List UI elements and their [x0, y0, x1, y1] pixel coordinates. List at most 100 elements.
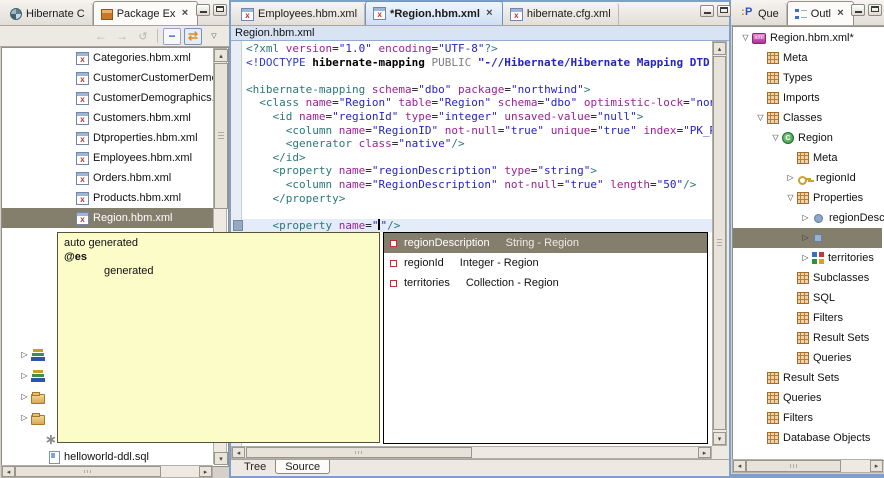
completion-item-regiondescription[interactable]: regionDescriptionString - Region: [384, 233, 707, 253]
scrollbar-up-button[interactable]: ▴: [214, 49, 228, 62]
tree-item[interactable]: [733, 228, 882, 248]
tree-item-meta[interactable]: Meta: [733, 48, 882, 68]
expander-icon[interactable]: [754, 108, 767, 128]
generic-node-icon: [44, 433, 57, 446]
tree-item-region[interactable]: Region: [733, 128, 882, 148]
outline-panel: QueOutl Region.hbm.xml*MetaTypesImportsC…: [731, 0, 884, 478]
tree-item-subclasses[interactable]: Subclasses: [733, 268, 882, 288]
scrollbar-thumb[interactable]: [15, 466, 161, 477]
expander-icon[interactable]: [739, 28, 752, 48]
tree-item-imports[interactable]: Imports: [733, 88, 882, 108]
scrollbar-thumb[interactable]: [214, 63, 228, 209]
close-icon[interactable]: [484, 8, 495, 19]
code-segment: "true": [564, 178, 604, 191]
minimize-icon[interactable]: [700, 5, 714, 17]
scrollbar-left-button[interactable]: ◂: [232, 447, 245, 458]
code-segment: <property: [246, 164, 339, 177]
minimize-icon[interactable]: [196, 4, 210, 16]
tree-item-label: Imports: [783, 92, 820, 104]
close-icon[interactable]: [179, 8, 190, 19]
grid-icon: [797, 292, 809, 304]
maximize-icon[interactable]: [213, 4, 227, 16]
tree-item-regionid[interactable]: regionId: [733, 168, 882, 188]
tree-item-queries[interactable]: Queries: [733, 388, 882, 408]
grid-icon: [767, 432, 779, 444]
completion-item-territories[interactable]: territoriesCollection - Region: [384, 273, 707, 293]
tree-item-regiondesc[interactable]: regionDesc: [733, 208, 882, 228]
tree-item-result-sets[interactable]: Result Sets: [733, 328, 882, 348]
expander-icon[interactable]: [784, 168, 797, 188]
tree-item-classes[interactable]: Classes: [733, 108, 882, 128]
tab-hibernate-c[interactable]: Hibernate C: [3, 3, 93, 25]
tree-item-territories[interactable]: territories: [733, 248, 882, 268]
scrollbar-thumb[interactable]: [746, 460, 841, 472]
editor-page-tab-source[interactable]: Source: [275, 460, 330, 474]
scrollbar-thumb[interactable]: [246, 447, 472, 458]
scrollbar-right-button[interactable]: ▸: [698, 447, 711, 458]
tab-outl[interactable]: Outl: [787, 1, 854, 25]
tab-hibernate-cfg-xml[interactable]: hibernate.cfg.xml: [503, 3, 619, 25]
collapse-all-icon[interactable]: [163, 28, 181, 45]
tree-item-filters[interactable]: Filters: [733, 408, 882, 428]
scrollbar-left-button[interactable]: ◂: [733, 460, 746, 472]
tree-item-label: territories: [828, 252, 874, 264]
expander-icon[interactable]: [799, 228, 812, 248]
tree-item-sql[interactable]: SQL: [733, 288, 882, 308]
expander-icon[interactable]: [18, 366, 31, 386]
code-segment: [544, 124, 551, 137]
tab-employees-hbm-xml[interactable]: Employees.hbm.xml: [234, 3, 365, 25]
folder-icon: [31, 394, 45, 404]
tab-region-hbm-xml[interactable]: *Region.hbm.xml: [365, 1, 503, 25]
scrollbar-thumb[interactable]: [713, 56, 726, 430]
completion-item-regionid[interactable]: regionIdInteger - Region: [384, 253, 707, 273]
tree-item-result-sets[interactable]: Result Sets: [733, 368, 882, 388]
code-segment: name: [339, 219, 366, 232]
tree-item-label: Classes: [783, 112, 822, 124]
tree-item-region-hbm-xml[interactable]: Region.hbm.xml*: [733, 28, 882, 48]
expander-icon[interactable]: [769, 128, 782, 148]
tree-item-label: regionDesc: [829, 212, 884, 224]
expander-icon[interactable]: [18, 408, 31, 428]
minimize-icon[interactable]: [851, 4, 865, 16]
code-segment: "true": [597, 124, 637, 137]
close-icon[interactable]: [835, 8, 846, 19]
tree-item-database-objects[interactable]: Database Objects: [733, 428, 882, 448]
maximize-icon[interactable]: [717, 5, 731, 17]
expander-icon[interactable]: [18, 387, 31, 407]
link-editor-icon[interactable]: [184, 28, 202, 45]
tree-item-filters[interactable]: Filters: [733, 308, 882, 328]
view-menu-icon[interactable]: [205, 28, 223, 45]
tree-item-queries[interactable]: Queries: [733, 348, 882, 368]
maximize-icon[interactable]: [868, 4, 882, 16]
scrollbar-up-button[interactable]: ▴: [713, 42, 726, 55]
outline-horizontal-scrollbar[interactable]: ◂ ▸: [732, 459, 883, 473]
expander-icon[interactable]: [18, 345, 31, 365]
tree-item-label: Types: [783, 72, 812, 84]
scrollbar-right-button[interactable]: ▸: [199, 466, 212, 477]
scrollbar-left-button[interactable]: ◂: [2, 466, 15, 477]
scrollbar-down-button[interactable]: ▾: [713, 432, 726, 445]
tree-item-properties[interactable]: Properties: [733, 188, 882, 208]
expander-icon[interactable]: [784, 188, 797, 208]
left-horizontal-scrollbar[interactable]: ◂ ▸: [1, 465, 213, 478]
tab-que[interactable]: Que: [734, 3, 787, 25]
expander-icon[interactable]: [799, 208, 812, 228]
editor-page-tab-tree[interactable]: Tree: [235, 460, 275, 474]
code-segment: package: [458, 83, 504, 96]
tab-package-ex[interactable]: Package Ex: [93, 1, 199, 25]
code-segment: <?xml: [246, 42, 286, 55]
tree-item-helloworld-ddl-sql[interactable]: helloworld-ddl.sql: [2, 447, 213, 467]
editor-tabbar: Employees.hbm.xml*Region.hbm.xmlhibernat…: [231, 2, 729, 26]
tree-item-meta[interactable]: Meta: [733, 148, 882, 168]
scrollbar-down-button[interactable]: ▾: [214, 452, 228, 465]
scrollbar-right-button[interactable]: ▸: [870, 460, 883, 472]
tree-item-types[interactable]: Types: [733, 68, 882, 88]
editor-vertical-scrollbar[interactable]: ▴ ▾: [712, 41, 727, 446]
code-line: </property>: [243, 192, 345, 206]
code-segment: "UTF-8": [438, 42, 484, 55]
code-segment: name: [339, 164, 366, 177]
code-line: <hibernate-mapping schema="dbo" package=…: [243, 83, 590, 97]
expander-icon[interactable]: [799, 248, 812, 268]
grid-icon: [767, 72, 779, 84]
editor-horizontal-scrollbar[interactable]: ◂ ▸: [231, 446, 712, 459]
